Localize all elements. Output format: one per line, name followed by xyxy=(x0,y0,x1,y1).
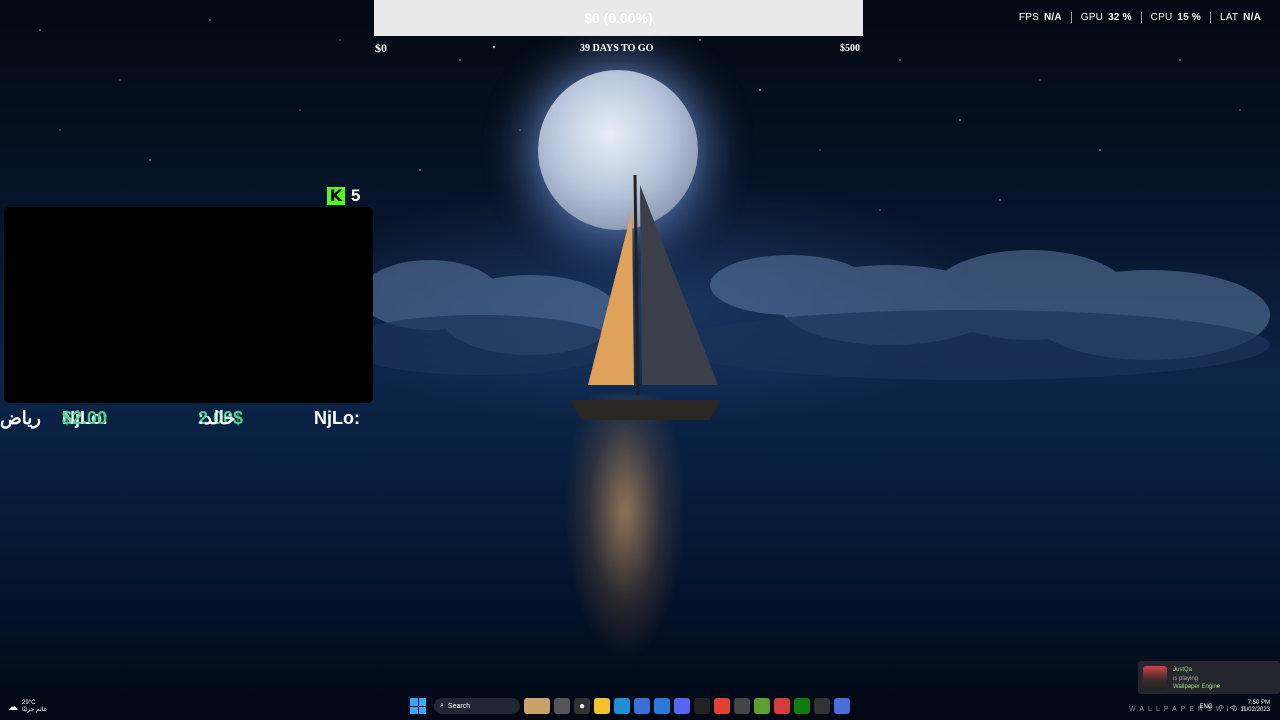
app-icon[interactable] xyxy=(834,698,850,714)
donation-ticker: رياض NjLo: $2.00 2.00$ :خالد NjLo: xyxy=(0,408,372,432)
performance-overlay: FPS N/A GPU 32 % CPU 15 % LAT N/A xyxy=(1010,12,1270,23)
now-playing-notification[interactable]: JustQa is playing Wallpaper Engine xyxy=(1138,661,1280,694)
store-icon[interactable] xyxy=(634,698,650,714)
app-icon[interactable] xyxy=(734,698,750,714)
webcam-overlay xyxy=(4,207,373,403)
moon-reflection xyxy=(560,395,690,685)
clock[interactable]: 7:50 PM 11/02/2023 xyxy=(1240,700,1270,714)
goal-max-label: $500 xyxy=(840,43,860,54)
gpu-value: 32 % xyxy=(1108,12,1132,23)
lat-label: LAT xyxy=(1219,12,1239,23)
app-icon[interactable] xyxy=(754,698,770,714)
wifi-icon[interactable]: ◠ xyxy=(1219,704,1224,711)
ticker-amount: $2.00 xyxy=(62,408,108,428)
steam-icon[interactable] xyxy=(694,698,710,714)
cloud-icon: ☁ xyxy=(8,701,18,713)
donation-goal-bar: $0 (0.00%) xyxy=(374,0,863,36)
fps-value: N/A xyxy=(1043,12,1062,23)
outlook-icon[interactable] xyxy=(654,698,670,714)
file-explorer-icon[interactable] xyxy=(594,698,610,714)
kick-viewer-badge: K 5 xyxy=(327,186,360,206)
weather-description: غائم جزئيًا xyxy=(22,707,47,713)
app-icon[interactable]: ● xyxy=(574,698,590,714)
taskbar-apps: ⌕ Search ● xyxy=(410,698,850,714)
chrome-icon[interactable] xyxy=(714,698,730,714)
kick-logo-icon: K xyxy=(327,187,345,205)
goal-progress-text: $0 (0.00%) xyxy=(584,10,653,26)
notification-user: JustQa xyxy=(1173,667,1193,673)
taskbar-search[interactable]: ⌕ Search xyxy=(434,698,520,714)
search-placeholder: Search xyxy=(447,702,471,710)
goal-days-remaining: 39 DAYS TO GO xyxy=(580,43,654,54)
sailboat xyxy=(570,174,720,420)
task-view-icon[interactable] xyxy=(554,698,570,714)
edge-icon[interactable] xyxy=(614,698,630,714)
widgets-icon[interactable] xyxy=(524,698,550,714)
cpu-value: 15 % xyxy=(1177,12,1201,23)
gpu-label: GPU xyxy=(1080,12,1104,23)
weather-temp: 29°C xyxy=(22,700,36,706)
notification-game: Wallpaper Engine xyxy=(1173,684,1221,690)
clock-date: 11/02/2023 xyxy=(1240,707,1270,713)
taskbar: ☁ 29°C غائم جزئيًا ⌕ Search ● WALLPAPERS… xyxy=(0,696,1280,720)
fps-label: FPS xyxy=(1018,12,1039,23)
ticker-name: رياض xyxy=(0,408,41,428)
cpu-label: CPU xyxy=(1150,12,1173,23)
xbox-icon[interactable] xyxy=(794,698,810,714)
clock-time: 7:50 PM xyxy=(1247,700,1270,706)
windows-start-icon[interactable] xyxy=(410,698,426,714)
ticker-name: NjLo: xyxy=(314,408,360,428)
latency-stat: LAT N/A xyxy=(1209,12,1270,23)
language-indicator[interactable]: ENG xyxy=(1200,704,1213,710)
fps-stat: FPS N/A xyxy=(1010,12,1071,23)
gpu-stat: GPU 32 % xyxy=(1070,12,1141,23)
clouds xyxy=(370,250,1270,380)
lat-value: N/A xyxy=(1243,12,1261,23)
volume-icon[interactable]: ◁ xyxy=(1230,704,1235,711)
weather-widget[interactable]: ☁ 29°C غائم جزئيًا xyxy=(8,700,47,714)
system-tray[interactable]: ENG ◠ ◁ 7:50 PM 11/02/2023 xyxy=(1200,700,1270,714)
avatar xyxy=(1143,666,1167,690)
search-icon: ⌕ xyxy=(440,702,444,709)
notification-status: is playing xyxy=(1173,676,1199,682)
ticker-name: :خالد xyxy=(198,408,236,428)
cpu-stat: CPU 15 % xyxy=(1140,12,1210,23)
discord-icon[interactable] xyxy=(674,698,690,714)
app-icon[interactable] xyxy=(774,698,790,714)
viewer-count: 5 xyxy=(351,186,361,205)
goal-min-label: $0 xyxy=(375,41,387,55)
obs-icon[interactable] xyxy=(814,698,830,714)
